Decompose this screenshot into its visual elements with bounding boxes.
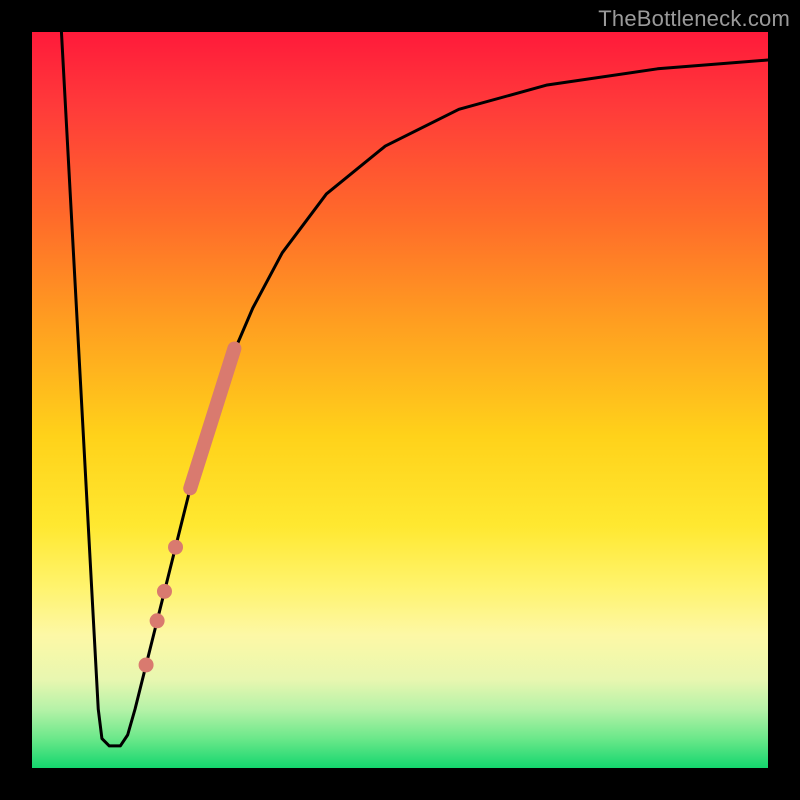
highlight-dot (169, 540, 183, 554)
highlight-dot (150, 614, 164, 628)
highlight-dot (139, 658, 153, 672)
chart-frame: TheBottleneck.com (0, 0, 800, 800)
watermark-text: TheBottleneck.com (598, 6, 790, 32)
plot-area (32, 32, 768, 768)
highlight-segment (190, 348, 234, 488)
highlight-dot (157, 584, 171, 598)
bottleneck-curve (61, 32, 768, 746)
curve-plot (32, 32, 768, 768)
